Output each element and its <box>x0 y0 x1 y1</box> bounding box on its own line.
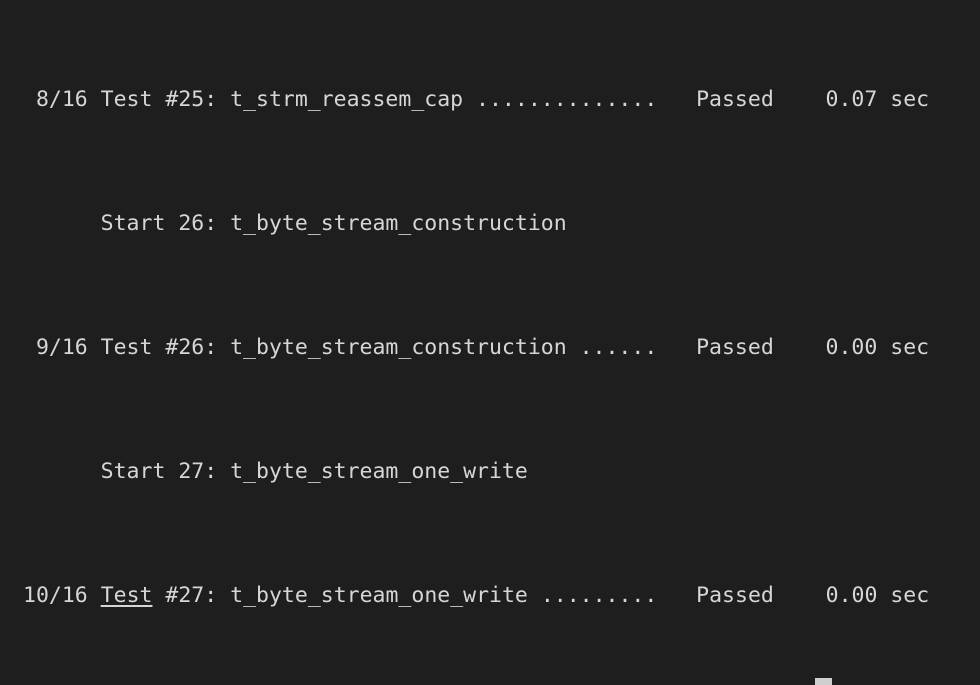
colon: : <box>204 583 231 608</box>
test-number: #27 <box>165 583 205 608</box>
test-name: t_byte_stream_one_write <box>230 583 528 608</box>
test-time: 0.00 <box>825 583 878 608</box>
time-unit: sec <box>890 583 930 608</box>
test-start-line: Start 27: t_byte_stream_one_write <box>23 459 528 484</box>
test-result-line: 9/16 Test #26: t_byte_stream_constructio… <box>23 335 930 360</box>
test-result-line: 8/16 Test #25: t_strm_reassem_cap ......… <box>23 87 930 112</box>
test-keyword-link[interactable]: Test <box>101 583 153 608</box>
test-start-line: Start 26: t_byte_stream_construction <box>23 211 567 236</box>
test-index: 10/16 <box>23 583 88 608</box>
terminal-line: 8/16 Test #25: t_strm_reassem_cap ......… <box>23 84 929 115</box>
dot-leader: ......... <box>540 583 658 608</box>
terminal-line: Start 27: t_byte_stream_one_write <box>23 456 929 487</box>
test-status: Passed <box>696 583 774 608</box>
terminal-output[interactable]: 8/16 Test #25: t_strm_reassem_cap ......… <box>23 0 929 685</box>
terminal-window[interactable]: 8/16 Test #25: t_strm_reassem_cap ......… <box>0 0 980 685</box>
terminal-line: 9/16 Test #26: t_byte_stream_constructio… <box>23 332 929 363</box>
terminal-line: Start 26: t_byte_stream_construction <box>23 208 929 239</box>
terminal-line: 10/16 Test #27: t_byte_stream_one_write … <box>23 580 929 611</box>
terminal-cursor <box>815 678 832 685</box>
